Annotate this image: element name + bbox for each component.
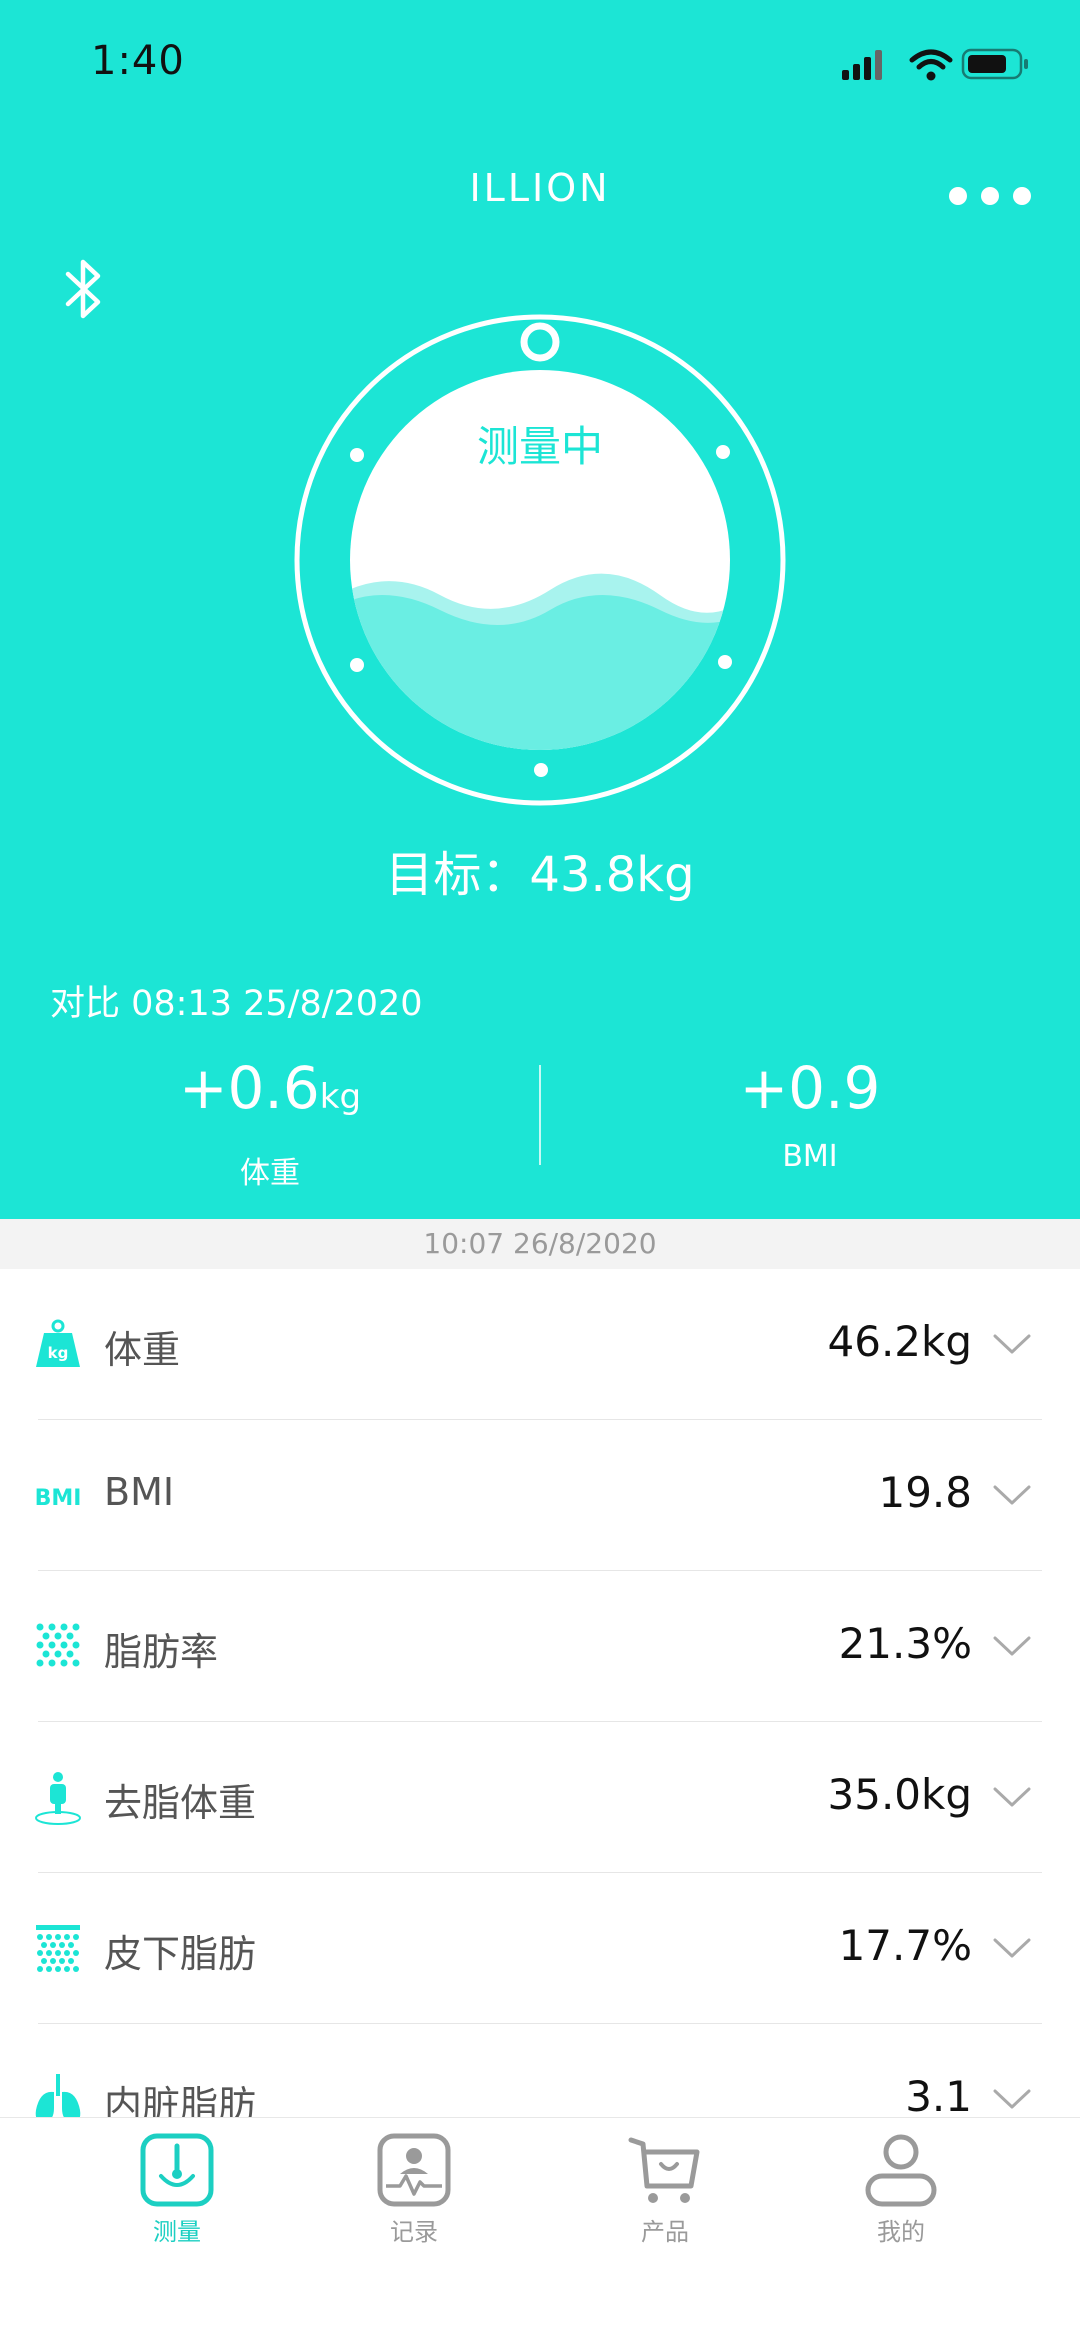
bmi-diff: +0.9 BMI — [540, 1055, 1080, 1174]
more-dots-icon[interactable] — [940, 178, 1040, 214]
weight-diff-label: 体重 — [240, 1156, 300, 1191]
metric-label: 皮下脂肪 — [104, 1932, 257, 1976]
chevron-down-icon — [993, 1334, 1031, 1354]
status-time: 1:40 — [91, 38, 185, 84]
lean-mass-icon — [35, 1772, 81, 1825]
metric-value: 46.2kg — [827, 1317, 973, 1366]
metric-value: 21.3% — [838, 1619, 972, 1668]
bluetooth-icon[interactable] — [60, 258, 110, 320]
svg-text:kg: kg — [48, 1344, 69, 1362]
weight-diff: +0.6kg 体重 — [0, 1055, 540, 1192]
metric-row-lean-mass[interactable]: 去脂体重 35.0kg — [0, 1722, 1080, 1873]
measure-gauge — [294, 314, 786, 806]
app-root: 1:40 ILLION 测量中 目标：43.8kg 对比 08:13 25/8/… — [0, 0, 1080, 2337]
tab-label: 产品 — [641, 2218, 689, 2246]
metric-row-subcutaneous-fat[interactable]: 皮下脂肪 17.7% — [0, 1873, 1080, 2024]
metric-label: 去脂体重 — [104, 1781, 257, 1825]
battery-icon — [961, 48, 1028, 80]
tab-measure[interactable]: 测量 — [57, 2118, 297, 2258]
chevron-down-icon — [993, 2089, 1031, 2109]
signal-icon — [842, 50, 882, 80]
metric-row-bmi[interactable]: BMI BMI 19.8 — [0, 1420, 1080, 1571]
metric-row-weight[interactable]: kg 体重 46.2kg — [0, 1269, 1080, 1420]
chevron-down-icon — [993, 1485, 1031, 1505]
tab-profile[interactable]: 我的 — [781, 2118, 1021, 2258]
chevron-down-icon — [993, 1787, 1031, 1807]
cart-icon — [628, 2137, 700, 2203]
tab-label: 记录 — [390, 2218, 438, 2246]
bmi-icon: BMI — [35, 1486, 82, 1511]
record-icon — [377, 2133, 451, 2207]
profile-icon — [865, 2134, 937, 2207]
body-fat-icon — [36, 1623, 80, 1667]
metric-value: 17.7% — [838, 1921, 972, 1970]
metric-row-body-fat[interactable]: 脂肪率 21.3% — [0, 1571, 1080, 1722]
weight-diff-value: +0.6kg — [178, 1054, 362, 1122]
chevron-down-icon — [993, 1938, 1031, 1958]
hero-panel: 1:40 ILLION 测量中 目标：43.8kg 对比 08:13 25/8/… — [0, 0, 1080, 1219]
metric-value: 35.0kg — [827, 1770, 973, 1819]
bmi-diff-value: +0.9 — [739, 1054, 881, 1122]
gauge-status: 测量中 — [476, 422, 603, 471]
comparison-label: 对比 08:13 25/8/2020 — [50, 984, 423, 1024]
metric-label: 脂肪率 — [104, 1630, 219, 1674]
bmi-diff-label: BMI — [782, 1139, 838, 1174]
tab-label: 我的 — [877, 2218, 925, 2246]
weight-icon: kg — [36, 1319, 80, 1367]
status-icons — [842, 48, 1028, 81]
target-weight: 目标：43.8kg — [385, 847, 695, 903]
metric-label: 体重 — [104, 1328, 181, 1372]
svg-text:BMI: BMI — [35, 1486, 82, 1511]
metric-value: 3.1 — [905, 2072, 972, 2121]
wifi-icon — [909, 49, 953, 81]
app-title: ILLION — [469, 166, 611, 210]
subcutaneous-fat-icon — [36, 1925, 80, 1972]
metric-label: BMI — [104, 1470, 175, 1514]
home-indicator — [383, 2303, 697, 2313]
weight-diff-unit: kg — [319, 1077, 362, 1117]
measure-icon — [140, 2133, 214, 2207]
chevron-down-icon — [993, 1636, 1031, 1656]
metrics-list: kg 体重 46.2kg BMI BMI 19.8 脂肪率 21.3% 去脂体重… — [0, 1269, 1080, 2175]
record-time: 10:07 26/8/2020 — [0, 1219, 1080, 1269]
tab-label: 测量 — [153, 2218, 201, 2246]
tab-products[interactable]: 产品 — [545, 2118, 785, 2258]
metric-value: 19.8 — [878, 1468, 972, 1517]
tab-record[interactable]: 记录 — [294, 2118, 534, 2258]
